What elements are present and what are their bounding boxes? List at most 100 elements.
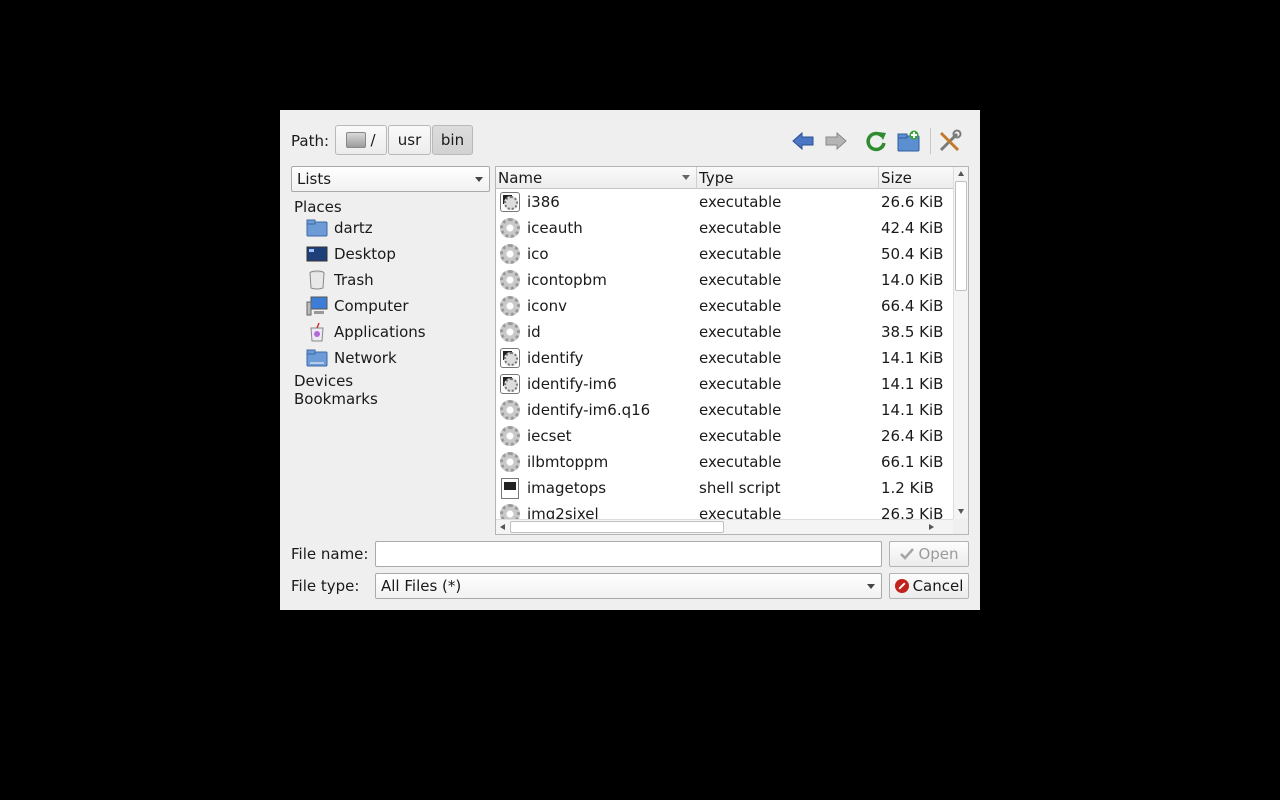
table-row[interactable]: img2sixel executable 26.3 KiB [496, 502, 954, 519]
sidebar-item-dartz[interactable]: dartz [306, 216, 373, 240]
arrow-left-icon [792, 132, 814, 150]
file-size-cell: 26.6 KiB [881, 193, 944, 211]
table-row[interactable]: iceauth executable 42.4 KiB [496, 216, 954, 242]
checkmark-icon [900, 548, 915, 560]
chevron-down-icon [867, 584, 875, 589]
executable-icon [500, 452, 522, 474]
computer-icon [306, 296, 328, 316]
table-row[interactable]: iconv executable 66.4 KiB [496, 294, 954, 320]
cancel-button-label: Cancel [912, 577, 964, 595]
view-mode-value: Lists [297, 170, 332, 188]
path-crumb-root-label: / [370, 131, 376, 149]
sidebar-item-trash[interactable]: Trash [306, 268, 374, 292]
column-header-type[interactable]: Type [697, 167, 879, 189]
open-button[interactable]: Open [889, 541, 969, 567]
path-crumb-bin[interactable]: bin [432, 125, 473, 155]
sidebar-item-label: Desktop [334, 245, 396, 263]
scroll-right-icon[interactable] [929, 524, 934, 530]
network-folder-icon [306, 348, 328, 368]
file-size-cell: 14.1 KiB [881, 401, 944, 419]
table-row[interactable]: identify-im6.q16 executable 14.1 KiB [496, 398, 954, 424]
column-header-name[interactable]: Name [496, 167, 697, 189]
bookmarks-heading[interactable]: Bookmarks [294, 390, 378, 408]
table-row[interactable]: ico executable 50.4 KiB [496, 242, 954, 268]
horizontal-scroll-thumb[interactable] [510, 521, 724, 533]
table-row[interactable]: icontopbm executable 14.0 KiB [496, 268, 954, 294]
file-size-cell: 66.1 KiB [881, 453, 944, 471]
table-row[interactable]: identify executable 14.1 KiB [496, 346, 954, 372]
file-name-cell: i386 [527, 193, 560, 211]
forward-button[interactable] [823, 128, 849, 154]
table-row[interactable]: id executable 38.5 KiB [496, 320, 954, 346]
table-row[interactable]: iecset executable 26.4 KiB [496, 424, 954, 450]
devices-heading[interactable]: Devices [294, 372, 353, 390]
file-type-cell: executable [699, 401, 782, 419]
vertical-scrollbar[interactable] [953, 167, 968, 519]
file-name-cell: imagetops [527, 479, 607, 497]
sidebar-item-applications[interactable]: Applications [306, 320, 426, 344]
scroll-up-icon[interactable] [958, 171, 964, 176]
file-type-cell: executable [699, 349, 782, 367]
executable-icon [500, 322, 522, 344]
scroll-corner [953, 519, 968, 534]
applications-icon [306, 322, 328, 342]
table-row[interactable]: identify-im6 executable 14.1 KiB [496, 372, 954, 398]
file-size-cell: 14.1 KiB [881, 375, 944, 393]
path-crumb-usr[interactable]: usr [388, 125, 431, 155]
file-type-cell: executable [699, 505, 782, 519]
view-mode-select[interactable]: Lists [291, 166, 490, 192]
sidebar-item-desktop[interactable]: Desktop [306, 242, 396, 266]
executable-icon [500, 270, 522, 292]
sidebar-item-network[interactable]: Network [306, 346, 397, 370]
table-row[interactable]: ilbmtoppm executable 66.1 KiB [496, 450, 954, 476]
reload-button[interactable] [863, 128, 889, 154]
executable-icon [500, 400, 522, 422]
executable-icon [500, 504, 522, 519]
executable-icon [500, 426, 522, 448]
new-folder-icon [897, 130, 920, 152]
sidebar-item-computer[interactable]: Computer [306, 294, 409, 318]
sort-descending-icon [682, 175, 690, 180]
file-list[interactable]: Name Type Size i386 executable 26.6 KiB ice… [495, 166, 969, 535]
shell-script-icon [500, 478, 522, 500]
file-rows: i386 executable 26.6 KiB iceauth executable 4… [496, 190, 954, 519]
options-button[interactable] [937, 128, 963, 154]
sidebar-item-label: Trash [334, 271, 374, 289]
file-type-cell: executable [699, 219, 782, 237]
file-name-input[interactable] [375, 541, 882, 567]
file-type-cell: executable [699, 245, 782, 263]
new-folder-button[interactable] [896, 128, 922, 154]
path-crumb-root[interactable]: / [335, 125, 387, 155]
file-type-cell: executable [699, 375, 782, 393]
executable-icon [500, 244, 522, 266]
file-name-cell: ilbmtoppm [527, 453, 609, 471]
table-row[interactable]: imagetops shell script 1.2 KiB [496, 476, 954, 502]
executable-icon [500, 218, 522, 240]
trash-icon [306, 270, 328, 290]
column-header-size[interactable]: Size [879, 167, 954, 189]
toolbar-separator [930, 128, 931, 154]
file-type-cell: executable [699, 297, 782, 315]
reload-icon [866, 131, 886, 152]
file-name-cell: iconv [527, 297, 567, 315]
drive-icon [346, 132, 367, 148]
back-button[interactable] [790, 128, 816, 154]
vertical-scroll-thumb[interactable] [955, 181, 967, 291]
cancel-icon [894, 579, 909, 593]
file-size-cell: 1.2 KiB [881, 479, 934, 497]
home-folder-icon [306, 218, 328, 238]
file-type-select[interactable]: All Files (*) [375, 573, 882, 599]
file-type-cell: executable [699, 271, 782, 289]
file-size-cell: 42.4 KiB [881, 219, 944, 237]
scroll-left-icon[interactable] [500, 524, 505, 530]
scroll-down-icon[interactable] [958, 509, 964, 514]
file-list-header: Name Type Size [496, 167, 954, 189]
executable-icon [500, 296, 522, 318]
places-heading[interactable]: Places [294, 198, 342, 216]
path-label: Path: [291, 132, 330, 150]
sidebar-item-label: dartz [334, 219, 373, 237]
table-row[interactable]: i386 executable 26.6 KiB [496, 190, 954, 216]
cancel-button[interactable]: Cancel [889, 573, 969, 599]
file-size-cell: 50.4 KiB [881, 245, 944, 263]
horizontal-scrollbar[interactable] [496, 519, 954, 534]
